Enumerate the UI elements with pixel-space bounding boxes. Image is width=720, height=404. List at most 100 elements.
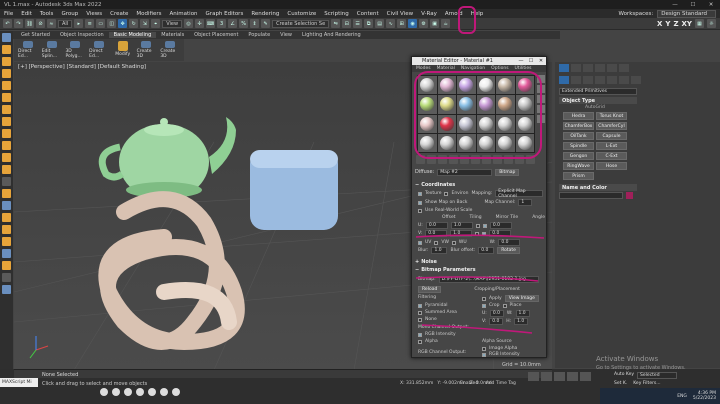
select-scale-icon[interactable]: ⇲ <box>140 19 150 28</box>
menu-content[interactable]: Content <box>357 11 379 17</box>
angle-snap-icon[interactable]: ∠ <box>228 19 238 28</box>
layer-icon[interactable] <box>2 273 11 282</box>
tab-view[interactable]: View <box>275 32 297 38</box>
menu-tools[interactable]: Tools <box>40 11 54 17</box>
rect-selection-icon[interactable]: ▭ <box>96 19 106 28</box>
window-crossing-icon[interactable]: ◫ <box>107 19 117 28</box>
tab-materials[interactable]: Materials <box>156 32 189 38</box>
display-tab-icon[interactable] <box>607 64 617 72</box>
viewport-label[interactable]: [+] [Perspective] [Standard] [Default Sh… <box>18 64 146 70</box>
motion-tab-icon[interactable] <box>595 64 605 72</box>
object-name-field[interactable] <box>559 192 623 199</box>
mirror-icon[interactable]: ⇋ <box>331 19 341 28</box>
unlink-icon[interactable]: ⊘ <box>36 19 45 28</box>
menu-customize[interactable]: Customize <box>287 11 316 17</box>
shapes-category-icon[interactable] <box>571 76 581 84</box>
selection-filter-dropdown[interactable]: All <box>58 19 73 28</box>
language-indicator[interactable]: ENG <box>677 394 687 399</box>
axis-z-button[interactable]: Z <box>673 20 678 28</box>
quick-icon-3[interactable] <box>124 388 132 396</box>
rendered-frame-window-icon[interactable]: ▣ <box>430 19 440 28</box>
oiltank-button[interactable]: OilTank <box>563 132 594 140</box>
select-place-icon[interactable]: ⌖ <box>151 19 161 28</box>
gengon-button[interactable]: Gengon <box>563 152 594 160</box>
axis-x-button[interactable]: X <box>657 20 662 28</box>
extra-tool-icon-2[interactable]: ☼ <box>707 19 716 28</box>
select-move-icon[interactable]: ✥ <box>118 19 128 28</box>
pivot-center-icon[interactable]: ◎ <box>184 19 194 28</box>
bone-filter-icon[interactable] <box>2 153 11 162</box>
undo-icon[interactable]: ↶ <box>3 19 12 28</box>
x-coordinate[interactable]: X: 331.852mm <box>400 381 433 386</box>
cameras-category-icon[interactable] <box>595 76 605 84</box>
menu-graph-editors[interactable]: Graph Editors <box>206 11 244 17</box>
helpers-category-icon[interactable] <box>607 76 617 84</box>
lights-category-icon[interactable] <box>583 76 593 84</box>
geometry-filter-icon[interactable] <box>2 57 11 66</box>
spacewarp-filter-icon[interactable] <box>2 117 11 126</box>
redo-icon[interactable]: ↷ <box>14 19 23 28</box>
menu-rendering[interactable]: Rendering <box>251 11 279 17</box>
hierarchy-icon[interactable] <box>2 249 11 258</box>
ribbon-button-edit-spline[interactable]: Edit Splin... <box>42 41 62 59</box>
key-mode-dropdown[interactable]: Selected <box>637 372 678 379</box>
name-color-rollout[interactable]: Name and Color <box>559 184 637 191</box>
ringwave-button[interactable]: RingWave <box>563 162 594 170</box>
render-setup-icon[interactable]: ⚙ <box>419 19 429 28</box>
minimize-button[interactable]: — <box>666 2 684 8</box>
menu-group[interactable]: Group <box>61 11 78 17</box>
curve-editor-icon[interactable]: ∿ <box>386 19 396 28</box>
quick-icon-6[interactable] <box>160 388 168 396</box>
ribbon-button-direct-edit-2[interactable]: Direct Ed... <box>89 41 109 59</box>
layer-explorer-icon[interactable]: ⧉ <box>364 19 374 28</box>
quick-icon-7[interactable] <box>172 388 180 396</box>
ribbon-button-3d-polygon[interactable]: 3D Polyg... <box>65 41 85 59</box>
reference-coordinate-dropdown[interactable]: View <box>162 19 183 28</box>
tab-basic-modeling[interactable]: Basic Modeling <box>108 32 157 38</box>
folder-icon[interactable] <box>2 45 11 54</box>
chamfercyl-button[interactable]: ChamferCyl <box>596 122 627 130</box>
lock-icon[interactable] <box>2 237 11 246</box>
menu-animation[interactable]: Animation <box>170 11 198 17</box>
tab-populate[interactable]: Populate <box>243 32 275 38</box>
display-none-icon[interactable] <box>2 213 11 222</box>
menu-file[interactable]: File <box>4 11 13 17</box>
select-rotate-icon[interactable]: ↻ <box>129 19 139 28</box>
group-filter-icon[interactable] <box>2 129 11 138</box>
ribbon-toggle-icon[interactable]: ▤ <box>375 19 385 28</box>
link-icon[interactable]: ⛓ <box>25 19 34 28</box>
menu-views[interactable]: Views <box>86 11 102 17</box>
frozen-filter-icon[interactable] <box>2 177 11 186</box>
ribbon-button-direct-edit-1[interactable]: Direct Ed... <box>18 41 38 59</box>
xref-filter-icon[interactable] <box>2 141 11 150</box>
previous-frame-icon[interactable] <box>541 372 552 381</box>
play-icon[interactable] <box>554 372 565 381</box>
hidden-filter-icon[interactable] <box>2 189 11 198</box>
modify-tab-icon[interactable] <box>571 64 581 72</box>
extra-tool-icon-1[interactable]: ▦ <box>695 19 704 28</box>
select-by-name-icon[interactable]: ≡ <box>85 19 95 28</box>
edit-named-selection-icon[interactable]: ✎ <box>261 19 271 28</box>
configure-icon[interactable] <box>2 285 11 294</box>
invert-display-icon[interactable] <box>2 225 11 234</box>
time-slider[interactable] <box>14 369 552 378</box>
menu-civil-view[interactable]: Civil View <box>387 11 413 17</box>
quick-icon-2[interactable] <box>112 388 120 396</box>
primitive-category-dropdown[interactable]: Extended Primitives <box>559 88 637 95</box>
systems-category-icon[interactable] <box>631 76 641 84</box>
create-tab-icon[interactable] <box>559 64 569 72</box>
keyboard-shortcut-icon[interactable]: ⌨ <box>206 19 216 28</box>
hedra-button[interactable]: Hedra <box>563 112 594 120</box>
close-button[interactable]: ✕ <box>702 2 720 8</box>
autogrid-label[interactable]: AutoGrid <box>585 105 720 110</box>
quick-icon-1[interactable] <box>100 388 108 396</box>
axis-y-button[interactable]: Y <box>665 20 670 28</box>
render-production-icon[interactable]: ☕ <box>441 19 451 28</box>
quick-icon-4[interactable] <box>136 388 144 396</box>
spacewarps-category-icon[interactable] <box>619 76 629 84</box>
snaps-toggle-icon[interactable]: 3 <box>217 19 227 28</box>
percent-snap-icon[interactable]: % <box>239 19 249 28</box>
hierarchy-tab-icon[interactable] <box>583 64 593 72</box>
maxscript-listener[interactable]: MAXScript Mi <box>0 378 38 387</box>
select-object-icon[interactable]: ▸ <box>74 19 84 28</box>
